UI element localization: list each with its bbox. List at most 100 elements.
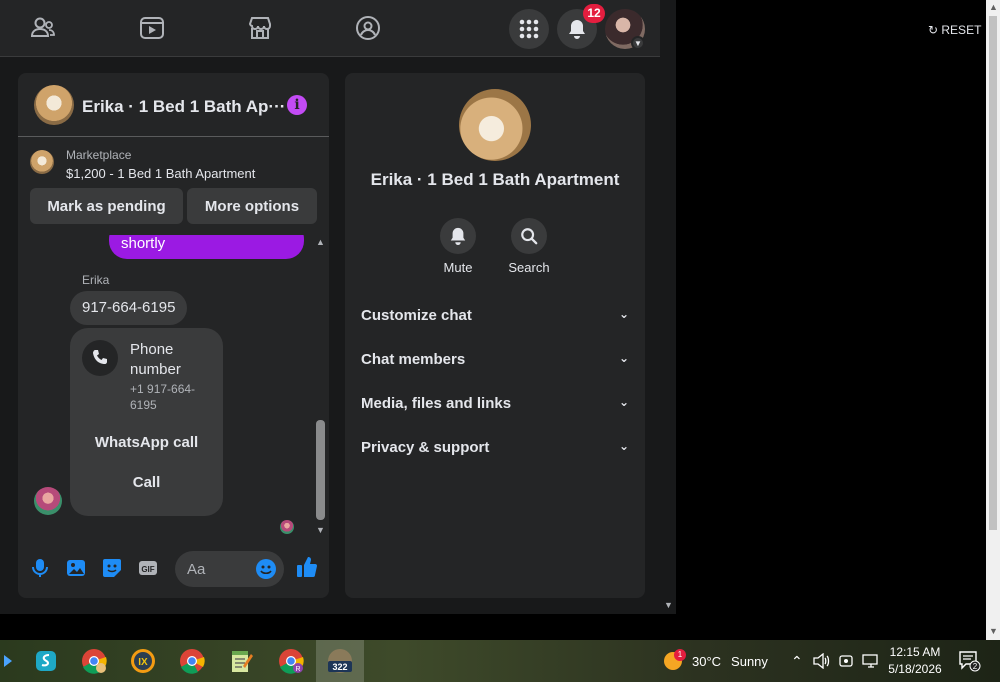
scroll-down-icon[interactable]: ▼: [664, 600, 673, 610]
more-options-button[interactable]: More options: [187, 188, 317, 224]
browser-page: 12 ▼ Erika · 1 Bed 1 Bath Ap··· i Market…: [0, 0, 676, 614]
section-label: Privacy & support: [361, 439, 490, 456]
chat-scrollbar[interactable]: ▲ ▼: [312, 235, 329, 538]
svg-text:2: 2: [973, 662, 978, 671]
message-composer: GIF: [18, 538, 329, 598]
mark-pending-button[interactable]: Mark as pending: [30, 188, 183, 224]
reset-label: RESET: [941, 23, 982, 37]
surfshark-icon[interactable]: [22, 640, 70, 682]
phone-icon: [82, 340, 118, 376]
message-list: shortly Erika 917-664-6195 Phone number …: [18, 235, 312, 538]
section-label: Media, files and links: [361, 395, 512, 412]
scroll-thumb[interactable]: [989, 16, 997, 530]
network-icon[interactable]: [862, 640, 880, 682]
weather-text: Sunny: [731, 653, 768, 669]
microphone-icon[interactable]: [30, 558, 50, 578]
volume-icon[interactable]: [813, 640, 831, 682]
svg-text:322: 322: [332, 662, 347, 672]
search-button[interactable]: Search: [494, 218, 564, 275]
incoming-message[interactable]: 917-664-6195: [70, 291, 188, 325]
listing-price[interactable]: $1,200 - 1 Bed 1 Bath Apartment: [66, 166, 255, 181]
notepad-icon[interactable]: [217, 640, 265, 682]
section-privacy-support[interactable]: Privacy & support ⌄: [361, 439, 629, 463]
marketplace-label: Marketplace: [66, 148, 132, 162]
ix-app-icon[interactable]: IX: [119, 640, 167, 682]
section-label: Customize chat: [361, 307, 472, 324]
scroll-down-icon[interactable]: ▼: [989, 626, 998, 636]
chrome-profile-icon[interactable]: [70, 640, 118, 682]
chat-info-panel: Erika · 1 Bed 1 Bath Apartment Mute Sear…: [345, 73, 645, 598]
section-media-files[interactable]: Media, files and links ⌄: [361, 395, 629, 419]
section-chat-members[interactable]: Chat members ⌄: [361, 351, 629, 375]
weather-temp: 30°C: [692, 653, 722, 669]
chrome-profile-r-icon[interactable]: R: [267, 640, 315, 682]
weather-badge: 1: [674, 649, 686, 661]
sender-name: Erika: [82, 273, 110, 287]
message-input[interactable]: [187, 559, 247, 579]
chat-window: Erika · 1 Bed 1 Bath Ap··· i Marketplace…: [18, 73, 329, 598]
scroll-up-icon[interactable]: ▲: [989, 2, 998, 12]
chevron-down-icon: ⌄: [618, 351, 629, 365]
card-title: Phone number: [130, 341, 181, 378]
scroll-thumb[interactable]: [316, 420, 325, 520]
chevron-down-icon: ⌄: [618, 439, 629, 453]
grid-icon: [519, 19, 539, 39]
app-icon-partial[interactable]: [0, 640, 20, 682]
photo-icon[interactable]: [66, 558, 86, 578]
mute-button[interactable]: Mute: [423, 218, 493, 275]
tray-chevron-up-icon[interactable]: ⌃: [791, 640, 803, 682]
card-phone-number: +1 917-664-6195: [130, 382, 196, 412]
search-label: Search: [508, 260, 550, 275]
scroll-down-icon[interactable]: ▼: [316, 525, 325, 535]
thumbs-up-icon[interactable]: [296, 556, 318, 578]
taskbar: IX R 322 1 30°C Sunny ⌃ 12:15 AM 5/18/20…: [0, 640, 1000, 682]
clock-date: 5/18/2026: [888, 662, 942, 676]
weather-widget[interactable]: 1 30°C Sunny: [662, 640, 768, 682]
gif-icon[interactable]: GIF: [138, 558, 158, 578]
action-center-icon[interactable]: 2: [958, 640, 982, 682]
watch-icon[interactable]: [138, 14, 166, 42]
sender-avatar: [34, 487, 62, 515]
notification-badge: 12: [583, 4, 605, 23]
whatsapp-call-button[interactable]: WhatsApp call: [82, 425, 211, 459]
bell-icon: [440, 218, 476, 254]
phone-number-card: Phone number +1 917-664-6195 WhatsApp ca…: [70, 328, 223, 516]
section-customize-chat[interactable]: Customize chat ⌄: [361, 307, 629, 331]
chevron-down-icon: ⌄: [618, 395, 629, 409]
chrome-icon[interactable]: [168, 640, 216, 682]
chevron-down-icon: ⌄: [618, 307, 629, 321]
message-input-wrap[interactable]: [175, 551, 284, 587]
app-322-icon[interactable]: 322: [316, 640, 364, 682]
mute-label: Mute: [443, 260, 473, 275]
menu-grid-button[interactable]: [509, 9, 549, 49]
reset-button[interactable]: ↻ RESET: [928, 23, 981, 37]
call-button[interactable]: Call: [82, 465, 211, 499]
chat-title: Erika · 1 Bed 1 Bath Ap···: [82, 97, 286, 116]
svg-text:R: R: [295, 666, 300, 673]
marketplace-icon[interactable]: [246, 14, 274, 42]
top-navigation: 12 ▼: [0, 0, 660, 57]
seen-indicator-avatar: [280, 520, 294, 534]
svg-text:GIF: GIF: [141, 565, 154, 574]
search-icon: [511, 218, 547, 254]
chevron-down-icon[interactable]: ▼: [631, 36, 645, 50]
groups-icon[interactable]: [354, 14, 382, 42]
emoji-icon[interactable]: [256, 559, 276, 579]
svg-text:IX: IX: [138, 657, 148, 668]
bell-icon: [569, 20, 585, 39]
friends-icon[interactable]: [29, 14, 57, 42]
listing-photo: [459, 89, 531, 161]
listing-thumbnail: [34, 85, 74, 125]
section-label: Chat members: [361, 351, 466, 368]
chat-header[interactable]: Erika · 1 Bed 1 Bath Ap··· i: [18, 73, 329, 137]
scroll-up-icon[interactable]: ▲: [316, 237, 325, 247]
camera-icon[interactable]: [839, 640, 853, 682]
info-title: Erika · 1 Bed 1 Bath Apartment: [370, 170, 620, 189]
page-scrollbar[interactable]: ▼: [660, 0, 676, 614]
system-clock[interactable]: 12:15 AM 5/18/2026: [884, 644, 946, 678]
info-icon[interactable]: i: [287, 95, 307, 115]
window-scrollbar[interactable]: ▲ ▼: [986, 0, 1000, 640]
sticker-icon[interactable]: [102, 558, 122, 578]
outgoing-message[interactable]: shortly: [109, 235, 304, 259]
clock-time: 12:15 AM: [889, 645, 941, 659]
